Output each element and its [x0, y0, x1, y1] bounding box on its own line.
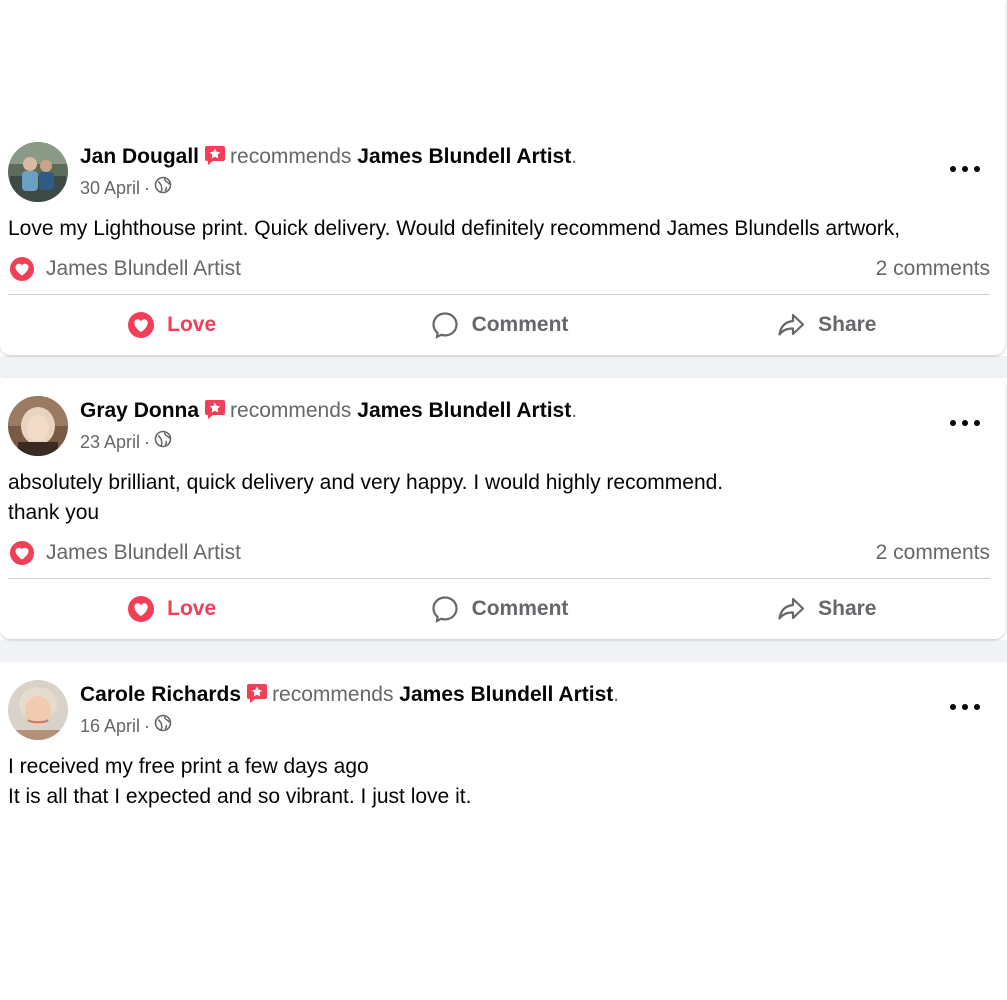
post-meta: 30 April · — [80, 176, 172, 199]
globe-icon — [154, 176, 172, 199]
meta-separator: · — [144, 177, 151, 198]
recommend-star-icon — [204, 144, 226, 166]
recommends-text: recommends — [230, 145, 352, 168]
feed-gap — [0, 640, 1007, 662]
post-meta: 23 April · — [80, 430, 172, 453]
meta-separator: · — [144, 431, 151, 452]
reactor-name[interactable]: James Blundell Artist — [46, 541, 241, 565]
post-text: absolutely brilliant, quick delivery and… — [8, 471, 724, 524]
reactions-bar: James Blundell Artist 2 comments — [8, 538, 990, 568]
author-name[interactable]: Gray Donna — [80, 399, 199, 422]
more-options-icon[interactable] — [950, 413, 980, 433]
comment-bubble-icon — [430, 310, 460, 340]
love-reaction-icon[interactable] — [8, 255, 36, 283]
recommend-star-icon — [204, 398, 226, 420]
share-button[interactable]: Share — [663, 310, 990, 340]
post-card: Jan Dougall recommends James Blundell Art… — [0, 0, 1005, 355]
meta-separator: · — [144, 715, 151, 736]
share-label: Share — [818, 597, 877, 620]
avatar[interactable] — [8, 680, 68, 740]
love-heart-icon — [127, 595, 155, 623]
action-bar: Love Comment Share — [8, 300, 990, 350]
period: . — [571, 145, 578, 168]
comment-label: Comment — [471, 313, 569, 336]
more-options-icon[interactable] — [950, 159, 980, 179]
love-reaction-icon[interactable] — [8, 539, 36, 567]
recommends-text: recommends — [272, 683, 394, 706]
love-button[interactable]: Love — [8, 595, 335, 623]
page-name-link[interactable]: James Blundell Artist — [399, 683, 613, 706]
page-name-link[interactable]: James Blundell Artist — [357, 399, 571, 422]
post-meta: 16 April · — [80, 714, 172, 737]
more-options-icon[interactable] — [950, 697, 980, 717]
period: . — [571, 399, 578, 422]
comments-count[interactable]: 2 comments — [876, 257, 990, 281]
avatar[interactable] — [8, 142, 68, 202]
comment-button[interactable]: Comment — [335, 594, 662, 624]
share-button[interactable]: Share — [663, 594, 990, 624]
comment-label: Comment — [471, 597, 569, 620]
post-text: I received my free print a few days ago … — [8, 755, 472, 808]
post-header: Gray Donna recommends James Blundell Arti… — [80, 398, 577, 424]
page-name-link[interactable]: James Blundell Artist — [357, 145, 571, 168]
post-header: Jan Dougall recommends James Blundell Art… — [80, 144, 577, 170]
share-arrow-icon — [776, 594, 806, 624]
action-bar: Love Comment Share — [8, 584, 990, 634]
share-label: Share — [818, 313, 877, 336]
post-card: Gray Donna recommends James Blundell Arti… — [0, 378, 1005, 639]
author-name[interactable]: Carole Richards — [80, 683, 241, 706]
love-label: Love — [167, 313, 217, 336]
period: . — [613, 683, 620, 706]
globe-icon — [154, 430, 172, 453]
love-button[interactable]: Love — [8, 311, 335, 339]
reactor-name[interactable]: James Blundell Artist — [46, 257, 241, 281]
comment-bubble-icon — [430, 594, 460, 624]
author-name[interactable]: Jan Dougall — [80, 145, 199, 168]
post-date[interactable]: 16 April — [80, 715, 140, 737]
post-date[interactable]: 23 April — [80, 431, 140, 453]
share-arrow-icon — [776, 310, 806, 340]
post-header: Carole Richards recommends James Blundell… — [80, 682, 619, 708]
recommend-star-icon — [246, 682, 268, 704]
recommends-text: recommends — [230, 399, 352, 422]
love-label: Love — [167, 597, 217, 620]
post-card: Carole Richards recommends James Blundell… — [0, 662, 1005, 1000]
avatar[interactable] — [8, 396, 68, 456]
post-text: Love my Lighthouse print. Quick delivery… — [8, 217, 901, 240]
globe-icon — [154, 714, 172, 737]
comments-count[interactable]: 2 comments — [876, 541, 990, 565]
divider — [8, 578, 990, 579]
post-date[interactable]: 30 April — [80, 177, 140, 199]
feed-gap — [0, 356, 1007, 378]
reactions-bar: James Blundell Artist 2 comments — [8, 254, 990, 284]
comment-button[interactable]: Comment — [335, 310, 662, 340]
divider — [8, 294, 990, 295]
love-heart-icon — [127, 311, 155, 339]
